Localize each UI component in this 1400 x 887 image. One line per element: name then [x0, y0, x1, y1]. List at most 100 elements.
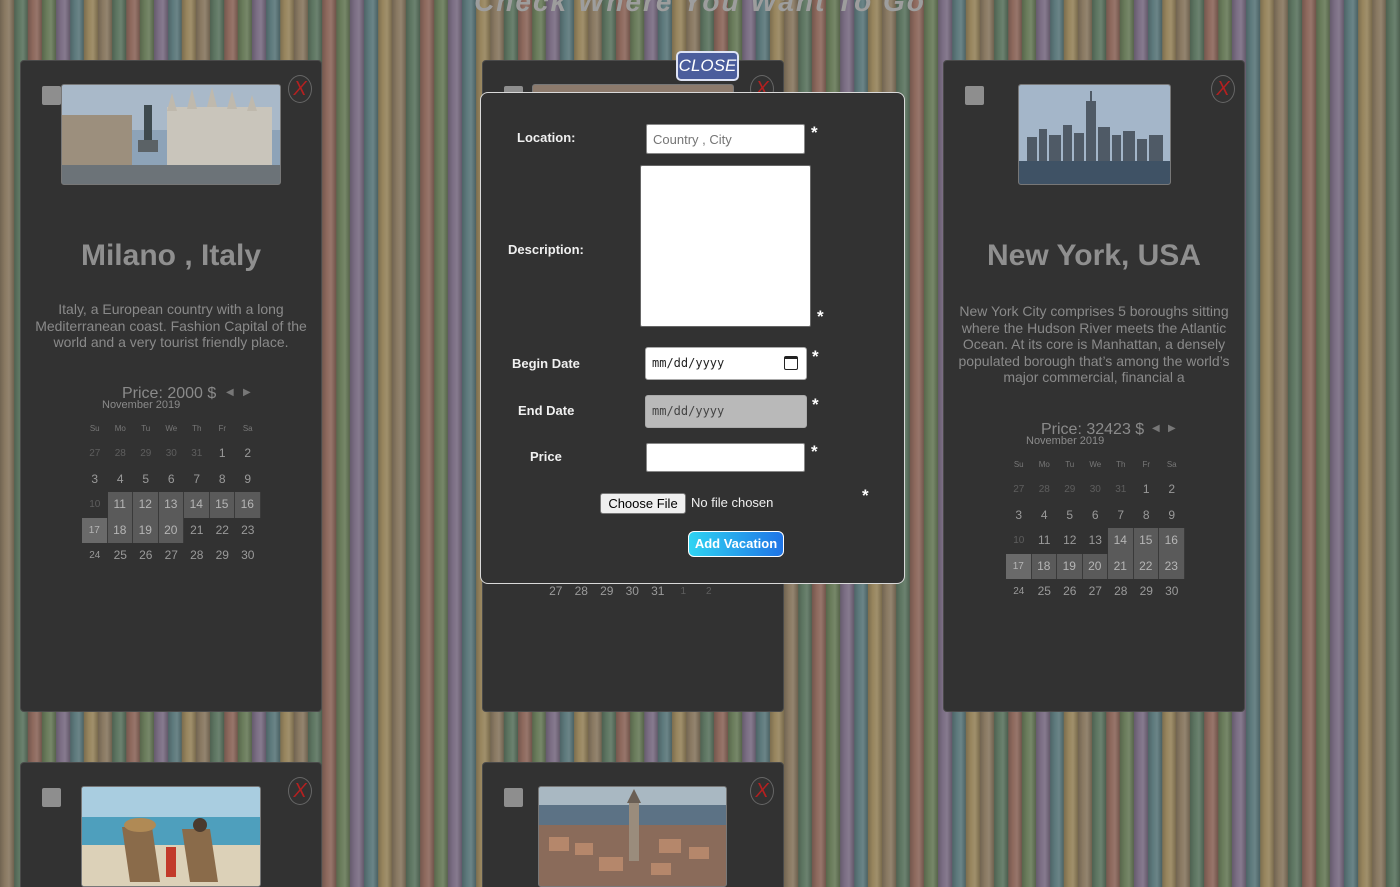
follow-checkbox[interactable] [965, 86, 984, 105]
calendar-day-selected: 15 [209, 492, 235, 518]
required-mark: * [812, 347, 819, 366]
calendar-day-selected: 20 [1082, 553, 1108, 579]
follow-checkbox[interactable] [42, 788, 61, 807]
calendar-day: 30 [1089, 484, 1101, 495]
vacation-card-new-york: X New York, USA New York City comprises … [943, 60, 1245, 712]
calendar-day: 24 [1013, 586, 1025, 597]
calendar-day: 29 [1064, 484, 1076, 495]
calendar-day: 27 [1088, 584, 1102, 598]
calendar-day: 28 [190, 548, 204, 562]
required-mark: * [811, 123, 818, 142]
calendar-day: 27 [164, 548, 178, 562]
end-date-input[interactable]: mm/dd/yyyy [645, 395, 807, 428]
calendar-day-selected: 21 [1108, 553, 1134, 579]
location-input[interactable] [646, 124, 805, 154]
required-mark: * [811, 442, 818, 461]
calendar-day: 8 [1142, 507, 1150, 522]
calendar-day-selected: 16 [1159, 528, 1185, 554]
calendar-prev-icon[interactable]: ◀ [1152, 423, 1160, 434]
vacation-card-beach: X [20, 762, 322, 887]
calendar-day: 8 [218, 471, 226, 486]
vacation-city: New York, USA [987, 239, 1201, 272]
begin-date-input[interactable]: mm/dd/yyyy [645, 347, 807, 380]
add-vacation-modal: Location: * Description: * Begin Date mm… [480, 92, 905, 584]
add-vacation-button[interactable]: Add Vacation [688, 531, 784, 557]
calendar-day-selected: 19 [1057, 553, 1083, 579]
calendar-day: 10 [1013, 535, 1025, 546]
end-date-label: End Date [518, 403, 575, 418]
follow-checkbox[interactable] [504, 788, 523, 807]
vacation-description: New York City comprises 5 boroughs sitti… [958, 303, 1230, 385]
calendar-day: 13 [1088, 533, 1102, 547]
calendar-day-header: Fr [1142, 460, 1151, 469]
calendar-day: 27 [89, 448, 101, 459]
calendar-day-selected: 16 [235, 492, 261, 518]
calendar-day-selected: 19 [133, 517, 159, 543]
calendar-day: 31 [1115, 484, 1127, 495]
calendar-next-icon[interactable]: ▶ [1168, 423, 1176, 434]
calendar-day: 29 [1139, 584, 1153, 598]
page-title: Check Where You Want To Go [474, 0, 926, 17]
calendar-day-header: We [1089, 460, 1102, 469]
calendar-day-selected: 22 [1133, 553, 1159, 579]
calendar-month: November 2019 [102, 399, 181, 411]
remove-vacation-button[interactable]: X [288, 75, 312, 103]
calendar-day-selected: 23 [1159, 553, 1185, 579]
calendar-day-header: Mo [114, 424, 126, 433]
calendar-day-selected: 14 [1108, 528, 1134, 554]
calendar-day-today: 17 [82, 517, 108, 543]
calendar-month: November 2019 [1026, 435, 1105, 447]
calendar-day-header: Su [89, 424, 100, 433]
vacation-photo [1018, 84, 1171, 185]
calendar-day: 25 [1037, 584, 1051, 598]
required-mark: * [817, 307, 824, 326]
calendar-day-header: Tu [1065, 460, 1075, 469]
calendar-day: 9 [1168, 507, 1176, 522]
calendar-icon[interactable] [784, 356, 798, 370]
calendar-day-selected: 18 [107, 517, 133, 543]
calendar-day: 22 [215, 522, 229, 537]
follow-checkbox[interactable] [42, 86, 61, 105]
remove-vacation-button[interactable]: X [1211, 75, 1235, 103]
price-input[interactable] [646, 443, 805, 472]
remove-vacation-button[interactable]: X [750, 777, 774, 805]
calendar-day: 10 [89, 499, 101, 510]
calendar-day: 6 [1091, 507, 1099, 522]
calendar-day: 27 [1013, 484, 1025, 495]
calendar-day: 28 [114, 448, 126, 459]
calendar-day-today: 17 [1006, 553, 1032, 579]
begin-date-label: Begin Date [512, 356, 580, 371]
calendar-day: 2 [244, 446, 252, 460]
calendar-day-header: Mo [1038, 460, 1050, 469]
calendar-grid: Su Mo Tu We Th Fr Sa 27 28 29 30 31 1 2 … [82, 417, 261, 569]
calendar-day-selected: 15 [1133, 528, 1159, 554]
calendar-day: 7 [1117, 507, 1125, 522]
calendar-day: 1 [1142, 482, 1150, 496]
close-modal-button[interactable]: CLOSE [676, 51, 739, 81]
calendar-day-header: Th [192, 424, 202, 433]
description-textarea[interactable] [640, 165, 811, 327]
required-mark: * [812, 395, 819, 414]
price-label: Price [530, 449, 562, 464]
remove-vacation-button[interactable]: X [288, 777, 312, 805]
choose-file-button[interactable]: Choose File [600, 493, 686, 514]
calendar-day: 7 [193, 471, 201, 486]
calendar-day: 11 [1038, 533, 1051, 547]
calendar-day: 31 [191, 448, 203, 459]
calendar-day: 3 [1015, 507, 1023, 522]
vacation-description: Italy, a European country with a long Me… [35, 301, 307, 350]
calendar-day-header: Tu [141, 424, 151, 433]
calendar-day: 26 [1063, 584, 1077, 598]
calendar-day-header: Su [1013, 460, 1024, 469]
calendar-day: 28 [1038, 484, 1050, 495]
required-mark: * [862, 486, 869, 505]
calendar-day: 23 [241, 522, 255, 537]
calendar-day: 1 [218, 446, 226, 460]
calendar-day-header: We [165, 424, 178, 433]
calendar-next-icon[interactable]: ▶ [243, 387, 251, 398]
calendar-day: 12 [1063, 533, 1077, 547]
calendar-day: 26 [139, 548, 153, 562]
calendar-day: 29 [215, 548, 229, 562]
calendar-prev-icon[interactable]: ◀ [226, 387, 234, 398]
description-label: Description: [508, 242, 584, 257]
